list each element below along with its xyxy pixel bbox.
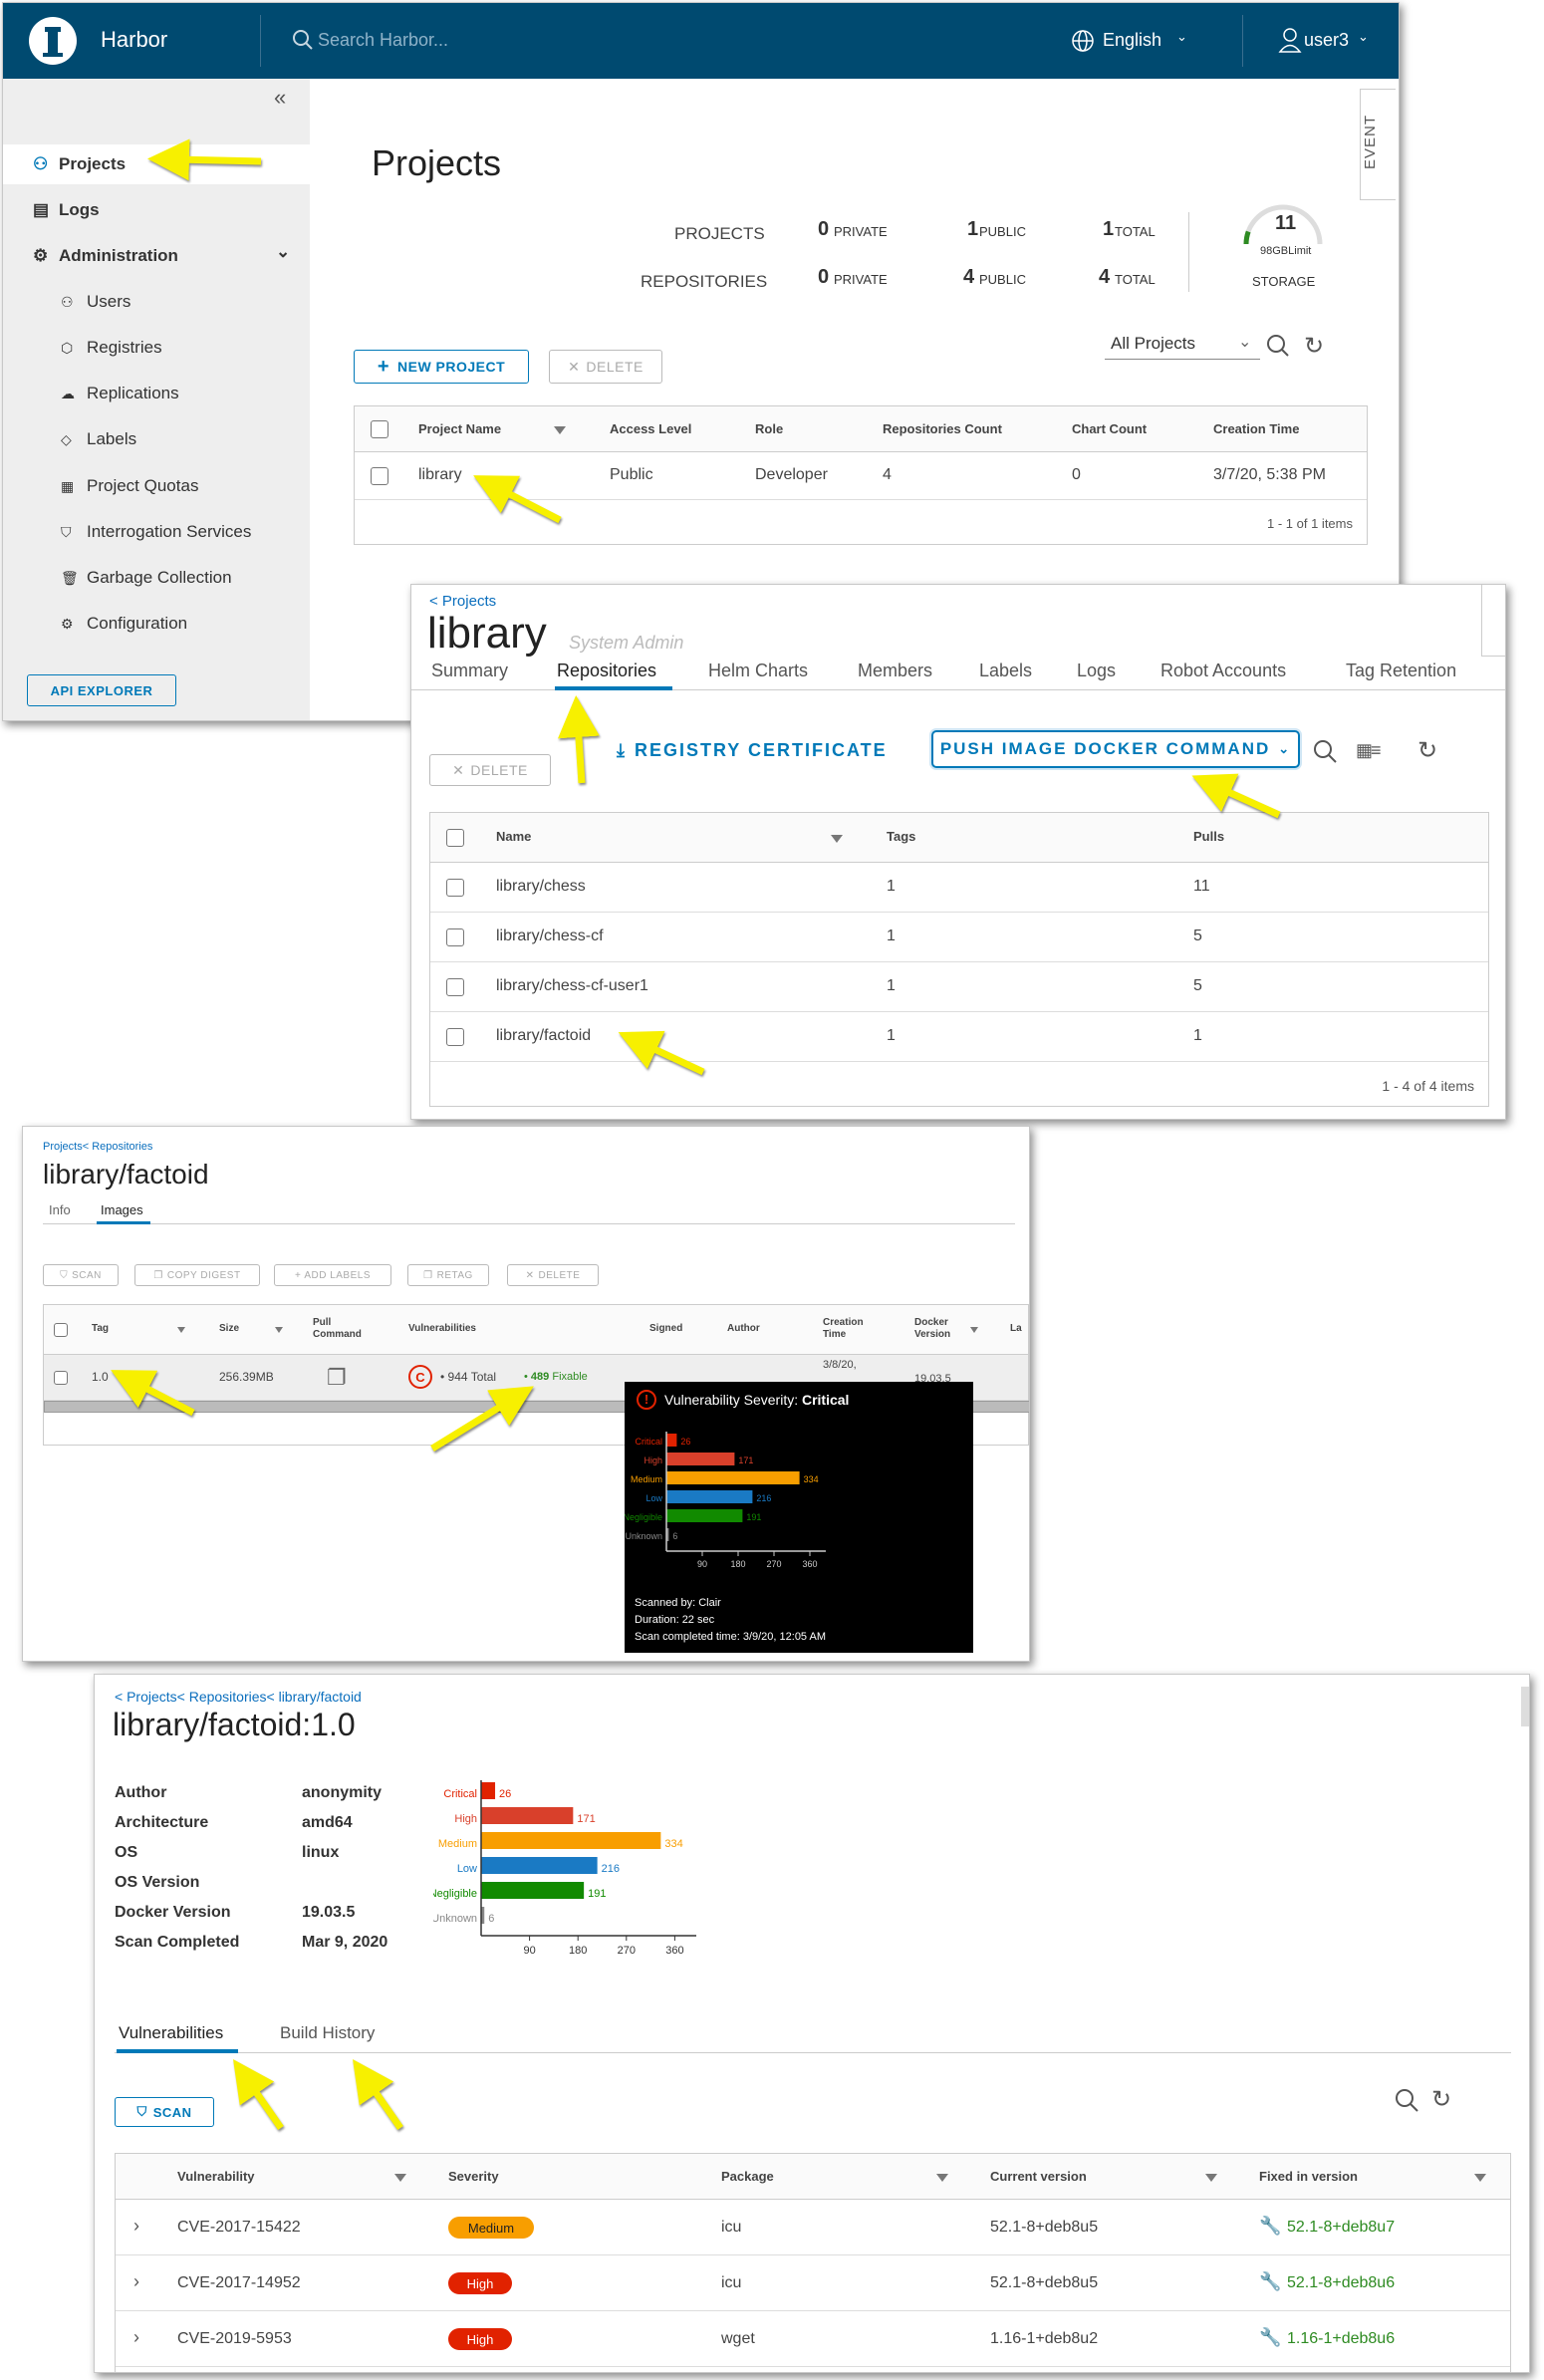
arrow-build-history-tab — [353, 2059, 403, 2130]
arrow-projects — [147, 138, 262, 181]
arrow-library — [473, 475, 562, 524]
arrow-vulnerabilities-tab — [233, 2059, 284, 2130]
arrow-tag — [111, 1370, 195, 1417]
arrow-factoid — [618, 1030, 705, 1076]
arrow-vulnerabilities — [430, 1386, 534, 1452]
arrow-repositories-tab — [557, 695, 600, 784]
arrow-push-command — [1191, 773, 1281, 819]
annotation-arrows — [111, 138, 1281, 2130]
